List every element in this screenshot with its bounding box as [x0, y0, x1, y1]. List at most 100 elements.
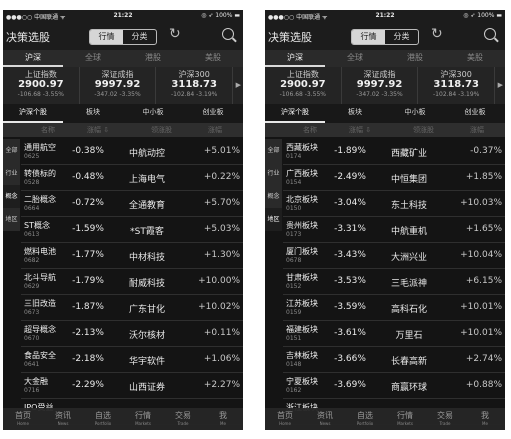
tab-news-label: 资讯	[55, 411, 71, 420]
subtab-sectors[interactable]: 板块	[325, 104, 385, 121]
leader-stock: 东土科技	[390, 201, 427, 211]
index-shanghai[interactable]: 上证指数 2900.97 -106.68 -3.55%	[3, 67, 80, 104]
tab-global[interactable]: 全球	[63, 50, 123, 65]
table-row[interactable]: 吉林板块 0148 -3.66% 长春高新 +2.74%	[283, 347, 505, 373]
tab-news[interactable]: 资讯 News	[43, 408, 83, 430]
sector-change: -3.53%	[334, 276, 366, 286]
search-icon[interactable]	[484, 28, 496, 40]
tab-markets[interactable]: 行情 Markets	[123, 408, 163, 430]
tab-markets-label: 行情	[135, 411, 151, 420]
tab-portfolio[interactable]: 自选 Portfolio	[345, 408, 385, 430]
bottom-tab-bar: 首页 Home 资讯 News 自选 Portfolio 行情 Markets 交易 Tr…	[3, 408, 243, 430]
table-row[interactable]: 广西板块 0154 -2.49% 中恒集团 +1.85%	[283, 165, 505, 191]
subtab-sme[interactable]: 中小板	[123, 104, 183, 121]
table-row[interactable]: 宁夏板块 0162 -3.69% 商赢环球 +0.88%	[283, 373, 505, 399]
side-all[interactable]: 全部	[265, 139, 282, 162]
subtab-chinext[interactable]: 创业板	[445, 104, 505, 121]
tab-global[interactable]: 全球	[325, 50, 385, 65]
sector-code: 0670	[24, 335, 40, 342]
tab-home[interactable]: 首页 Home	[265, 408, 305, 430]
tab-shanghai-shenzhen[interactable]: 沪深	[265, 50, 325, 65]
tab-me[interactable]: 我 Me	[465, 408, 505, 430]
category-sidebar: 全部 行业 概念 地区	[265, 139, 282, 231]
side-region[interactable]: 地区	[265, 208, 282, 231]
table-row[interactable]: 超导概念 0670 -2.13% 沃尔核材 +0.11%	[21, 321, 243, 347]
table-row[interactable]: 食品安全 0641 -2.18% 华宇软件 +1.06%	[21, 347, 243, 373]
tab-markets[interactable]: 行情 Markets	[385, 408, 425, 430]
col-change-sort[interactable]: 涨幅 ⇩	[87, 123, 109, 137]
search-icon[interactable]	[222, 28, 234, 40]
col-change-sort[interactable]: 涨幅 ⇩	[349, 123, 371, 137]
table-row[interactable]: 三旧改造 0673 -1.87% 广东甘化 +10.02%	[21, 295, 243, 321]
tab-me[interactable]: 我 Me	[203, 408, 243, 430]
tab-us[interactable]: 美股	[183, 50, 243, 65]
table-row[interactable]: 贵州板块 0173 -3.31% 中航重机 +1.65%	[283, 217, 505, 243]
sector-name: 通用航空	[24, 143, 56, 152]
table-row[interactable]: 通用航空 0625 -0.38% 中航动控 +5.01%	[21, 139, 243, 165]
side-concept[interactable]: 概念	[3, 185, 20, 208]
seg-category[interactable]: 分类	[385, 30, 418, 44]
index-shenzhen[interactable]: 深证成指 9997.92 -347.02 -3.35%	[80, 67, 157, 104]
sector-code: 0162	[286, 387, 302, 394]
subtab-sme[interactable]: 中小板	[385, 104, 445, 121]
seg-category[interactable]: 分类	[123, 30, 156, 44]
chevron-right-icon[interactable]: ▶	[236, 81, 241, 89]
index-hs300[interactable]: 沪深300 3118.73 -102.84 -3.19%	[156, 67, 234, 104]
col-leader[interactable]: 领涨股	[413, 123, 434, 137]
col-leader[interactable]: 领涨股	[151, 123, 172, 137]
table-row[interactable]: 大金融 0716 -2.29% 山西证券 +2.27%	[21, 373, 243, 399]
side-all[interactable]: 全部	[3, 139, 20, 162]
index-value: 3118.73	[433, 79, 479, 90]
side-industry[interactable]: 行业	[3, 162, 20, 185]
table-row[interactable]: 转债标的 0528 -0.48% 上海电气 +0.22%	[21, 165, 243, 191]
index-hs300[interactable]: 沪深300 3118.73 -102.84 -3.19%	[418, 67, 496, 104]
subtab-stocks[interactable]: 沪深个股	[3, 104, 63, 121]
leader-stock: 全通教育	[128, 201, 165, 211]
table-row[interactable]: 北京板块 0150 -3.04% 东土科技 +10.03%	[283, 191, 505, 217]
table-row[interactable]: 二胎概念 0664 -0.72% 全通教育 +5.70%	[21, 191, 243, 217]
index-shenzhen[interactable]: 深证成指 9997.92 -347.02 -3.35%	[342, 67, 419, 104]
chevron-right-icon[interactable]: ▶	[498, 81, 503, 89]
side-industry[interactable]: 行业	[265, 162, 282, 185]
refresh-icon[interactable]: ↻	[431, 26, 443, 42]
col-leader-change[interactable]: 涨幅	[208, 123, 222, 137]
table-row[interactable]: ST概念 0613 -1.59% *ST霞客 +5.03%	[21, 217, 243, 243]
seg-quotes[interactable]: 行情	[90, 30, 123, 44]
subtab-stocks[interactable]: 沪深个股	[265, 104, 325, 121]
tab-shanghai-shenzhen[interactable]: 沪深	[3, 50, 63, 65]
tab-hongkong[interactable]: 港股	[123, 50, 183, 65]
tab-trade[interactable]: 交易 Trade	[425, 408, 465, 430]
side-region[interactable]: 地区	[3, 208, 20, 231]
table-row[interactable]: 江苏板块 0159 -3.59% 高科石化 +10.01%	[283, 295, 505, 321]
tab-us[interactable]: 美股	[445, 50, 505, 65]
tab-trade[interactable]: 交易 Trade	[163, 408, 203, 430]
col-leader-change[interactable]: 涨幅	[470, 123, 484, 137]
table-row[interactable]: 福建板块 0151 -3.61% 万里石 +10.01%	[283, 321, 505, 347]
table-row[interactable]: 北斗导航 0629 -1.79% 耐威科技 +10.00%	[21, 269, 243, 295]
side-concept[interactable]: 概念	[265, 185, 282, 208]
sector-name: 北京板块	[286, 195, 318, 204]
table-row[interactable]: 西藏板块 0174 -1.89% 西藏矿业 -0.37%	[283, 139, 505, 165]
subtab-sectors[interactable]: 板块	[63, 104, 123, 121]
index-shanghai[interactable]: 上证指数 2900.97 -106.68 -3.55%	[265, 67, 342, 104]
tab-hongkong[interactable]: 港股	[385, 50, 445, 65]
subtab-chinext[interactable]: 创业板	[183, 104, 243, 121]
sector-code: 0154	[286, 179, 302, 186]
table-row[interactable]: 甘肃板块 0152 -3.53% 三毛派神 +6.15%	[283, 269, 505, 295]
table-row[interactable]: 燃料电池 0682 -1.77% 中材科技 +1.30%	[21, 243, 243, 269]
sector-name: 二胎概念	[24, 195, 56, 204]
index-value: 3118.73	[171, 79, 217, 90]
col-name[interactable]: 名称	[41, 123, 55, 137]
sector-change: -3.43%	[334, 250, 366, 260]
table-row[interactable]: 厦门板块 0678 -3.43% 大洲兴业 +10.04%	[283, 243, 505, 269]
tab-home[interactable]: 首页 Home	[3, 408, 43, 430]
col-name[interactable]: 名称	[303, 123, 317, 137]
tab-news[interactable]: 资讯 News	[305, 408, 345, 430]
index-change: -102.84	[433, 91, 457, 98]
seg-quotes[interactable]: 行情	[352, 30, 385, 44]
leader-stock: 华宇软件	[128, 357, 165, 367]
tab-portfolio[interactable]: 自选 Portfolio	[83, 408, 123, 430]
leader-change: +1.06%	[203, 354, 240, 364]
leader-stock: 广东甘化	[128, 305, 165, 315]
refresh-icon[interactable]: ↻	[169, 26, 181, 42]
